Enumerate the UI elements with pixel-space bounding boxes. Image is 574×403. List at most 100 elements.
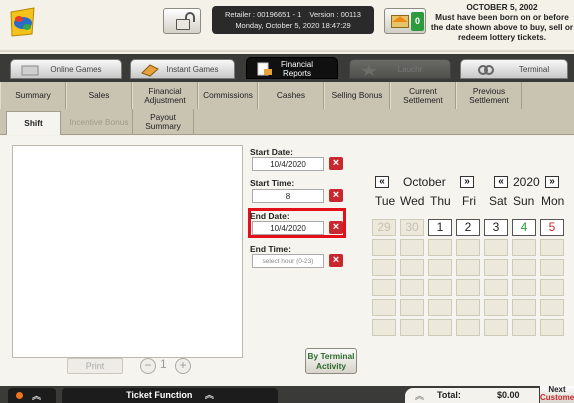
calendar-day-cell — [540, 259, 564, 276]
report-type-tabs: Summary Sales Financial Adjustment Commi… — [0, 82, 574, 109]
instant-ticket-icon — [141, 64, 159, 77]
calendar-day-cell — [540, 319, 564, 336]
calendar-day-cell — [428, 259, 452, 276]
total-value: $0.00 — [497, 390, 520, 400]
tab-online-games[interactable]: Online Games — [10, 59, 122, 79]
by-terminal-activity-button[interactable]: By Terminal Activity — [305, 348, 357, 374]
start-time-clear-button[interactable]: × — [329, 189, 343, 202]
start-time-field[interactable]: 8 — [252, 189, 324, 203]
tab-selling-bonus[interactable]: Selling Bonus — [324, 82, 390, 109]
app-root: Retailer : 00196651 - 1 Version : 00113 … — [0, 0, 574, 403]
calendar-day-cell[interactable]: 1 — [428, 219, 452, 236]
start-date-clear-button[interactable]: × — [329, 157, 343, 170]
tab-terminal[interactable]: Terminal — [460, 59, 568, 79]
tab-commissions[interactable]: Commissions — [198, 82, 258, 109]
end-date-field[interactable]: 10/4/2020 — [252, 221, 324, 235]
tab-cashes[interactable]: Cashes — [258, 82, 324, 109]
calendar-day-cell — [372, 319, 396, 336]
calendar-prev-month-button[interactable]: « — [375, 176, 389, 188]
report-subtype-tabs: Shift Incentive Bonus Payout Summary — [0, 109, 574, 135]
header-bar: Retailer : 00196651 - 1 Version : 00113 … — [0, 0, 574, 52]
star-icon — [361, 64, 377, 76]
calendar-day-cell — [540, 239, 564, 256]
age-notice: OCTOBER 5, 2002 Must have been born on o… — [430, 2, 574, 42]
retailer-id: Retailer : 00196651 - 1 — [225, 10, 302, 19]
end-time-field[interactable]: select hour (0-23) — [252, 254, 324, 268]
calendar-day-cell — [400, 299, 424, 316]
chevron-up-icon: ︽ — [32, 391, 42, 401]
calendar-day-cell[interactable]: 5 — [540, 219, 564, 236]
calendar-day-cell — [484, 279, 508, 296]
calendar-day-cell[interactable]: 4 — [512, 219, 536, 236]
calendar-day-cell — [540, 279, 564, 296]
calendar-day-cell — [484, 299, 508, 316]
calendar-weekday: Thu — [430, 194, 451, 208]
calendar-day-cell — [484, 259, 508, 276]
lottery-ticket-icon — [21, 65, 39, 76]
tab-financial-adjustment[interactable]: Financial Adjustment — [132, 82, 198, 109]
main-tab-bar: Online Games Instant Games Financial Rep… — [0, 54, 574, 82]
calendar-weekday: Sat — [489, 194, 508, 208]
terminal-icon — [478, 65, 494, 75]
report-content: Print − 1 + Start Date: 10/4/2020 × Star… — [0, 136, 574, 386]
tab-current-settlement[interactable]: Current Settlement — [390, 82, 456, 109]
status-menu-button[interactable]: ︽ — [8, 388, 56, 403]
end-date-label: End Date: — [250, 211, 290, 221]
calendar-day-cell — [512, 319, 536, 336]
tab-lauchr: Lauchr — [349, 59, 451, 79]
messages-button[interactable]: 0 — [384, 8, 426, 34]
calendar-day-cell — [456, 299, 480, 316]
tab-instant-games[interactable]: Instant Games — [130, 59, 235, 79]
tab-payout-summary[interactable]: Payout Summary — [132, 109, 194, 135]
calendar-weekday: Tue — [375, 194, 396, 208]
message-count-badge: 0 — [411, 12, 424, 31]
calendar-next-year-button[interactable]: » — [545, 176, 559, 188]
calendar-day-cell[interactable]: 3 — [484, 219, 508, 236]
lottery-logo-icon — [10, 7, 35, 37]
report-icon — [257, 62, 272, 76]
tab-financial-reports[interactable]: Financial Reports — [246, 57, 338, 79]
tab-previous-settlement[interactable]: Previous Settlement — [456, 82, 522, 109]
retailer-info: Retailer : 00196651 - 1 Version : 00113 … — [212, 6, 374, 34]
calendar-day-cell — [372, 259, 396, 276]
calendar-day-cell — [484, 319, 508, 336]
tab-incentive-bonus: Incentive Bonus — [69, 116, 129, 127]
calendar-day-cell — [512, 279, 536, 296]
calendar-day-cell[interactable]: 2 — [456, 219, 480, 236]
age-date: OCTOBER 5, 2002 — [466, 2, 538, 12]
calendar-day-cell: 30 — [400, 219, 424, 236]
calendar-day-cell — [428, 299, 452, 316]
page-next-button[interactable]: + — [175, 358, 191, 374]
start-date-field[interactable]: 10/4/2020 — [252, 157, 324, 171]
calendar-day-cell — [512, 239, 536, 256]
calendar-day-cell — [456, 239, 480, 256]
calendar-day-cell — [456, 319, 480, 336]
page-number: 1 — [160, 357, 167, 371]
calendar-next-month-button[interactable]: » — [460, 176, 474, 188]
calendar-day-cell — [400, 259, 424, 276]
total-label: Total: — [437, 390, 461, 400]
calendar-day-cell — [372, 299, 396, 316]
calendar-weekday: Sun — [513, 194, 535, 208]
total-panel[interactable]: ︽ Total: $0.00 — [405, 388, 539, 403]
ticket-function-button[interactable]: Ticket Function ︽ — [62, 388, 278, 403]
end-time-clear-button[interactable]: × — [329, 254, 343, 267]
calendar-day-cell — [512, 259, 536, 276]
print-button[interactable]: Print — [67, 358, 123, 374]
page-previous-button[interactable]: − — [140, 358, 156, 374]
tab-summary[interactable]: Summary — [0, 82, 66, 109]
report-preview[interactable] — [12, 145, 243, 358]
end-date-clear-button[interactable]: × — [329, 221, 343, 234]
calendar-day-cell — [512, 299, 536, 316]
calendar-day-cell — [372, 279, 396, 296]
calendar-year: 2020 — [513, 175, 540, 189]
age-text: Must have been born on or before the dat… — [430, 12, 574, 42]
tab-shift[interactable]: Shift — [6, 111, 61, 135]
tab-sales[interactable]: Sales — [66, 82, 132, 109]
calendar-prev-year-button[interactable]: « — [494, 176, 508, 188]
calendar-day-cell — [428, 239, 452, 256]
next-customer-button[interactable]: Next Customer — [540, 386, 574, 403]
calendar-day-cell — [400, 279, 424, 296]
lock-button[interactable] — [163, 8, 201, 34]
calendar-day-cell — [428, 279, 452, 296]
